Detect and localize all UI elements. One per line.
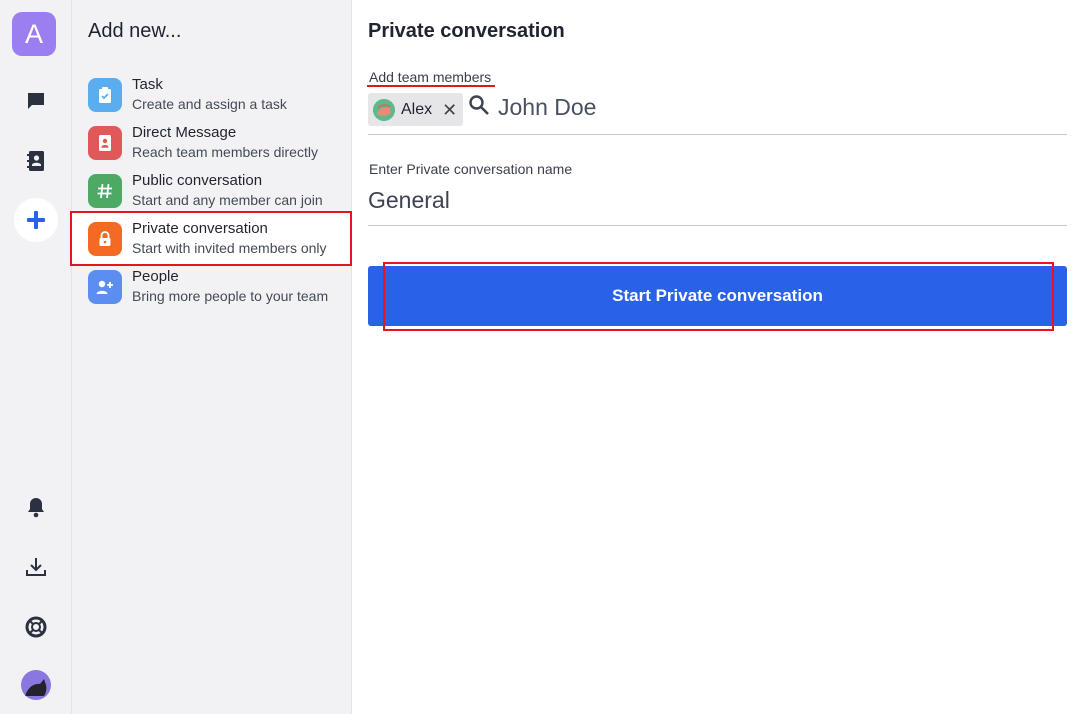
- clipboard-icon: [88, 78, 122, 112]
- option-direct-message[interactable]: Direct Message Reach team members direct…: [88, 124, 344, 170]
- name-label: Enter Private conversation name: [369, 161, 573, 177]
- workspace-avatar[interactable]: A: [12, 12, 56, 56]
- conversation-name-input[interactable]: [368, 184, 1067, 216]
- option-title: Direct Message: [132, 124, 237, 141]
- members-label-underline: [367, 85, 495, 87]
- member-chip: Alex ✕: [368, 93, 463, 126]
- remove-member-icon[interactable]: ✕: [442, 101, 457, 119]
- option-description: Start and any member can join: [132, 192, 323, 208]
- contact-card-icon: [88, 126, 122, 160]
- contacts-icon[interactable]: [0, 148, 72, 174]
- members-search-input[interactable]: [498, 92, 1058, 122]
- workspace-letter: A: [24, 18, 43, 49]
- members-divider: [368, 134, 1067, 135]
- help-icon[interactable]: [0, 614, 72, 640]
- member-chip-name: Alex: [401, 100, 433, 118]
- add-button[interactable]: [0, 198, 72, 242]
- option-description: Reach team members directly: [132, 144, 318, 160]
- search-icon: [468, 94, 490, 121]
- option-title: People: [132, 268, 179, 285]
- page-title: Private conversation: [368, 20, 565, 42]
- option-title: Public conversation: [132, 172, 263, 189]
- user-avatar[interactable]: [0, 670, 72, 700]
- option-title: Task: [132, 76, 163, 93]
- members-label: Add team members: [369, 69, 492, 85]
- panel-title: Add new...: [88, 20, 182, 42]
- highlight-start-button: [383, 262, 1054, 331]
- add-icon: [14, 198, 58, 242]
- chat-icon[interactable]: [0, 88, 72, 114]
- add-person-icon: [88, 270, 122, 304]
- option-description: Create and assign a task: [132, 96, 287, 112]
- name-divider: [368, 225, 1067, 226]
- option-task[interactable]: Task Create and assign a task: [88, 76, 344, 122]
- option-description: Bring more people to your team: [132, 288, 329, 304]
- user-avatar-image: [21, 670, 51, 700]
- member-avatar: [373, 98, 395, 121]
- left-rail: A: [0, 0, 72, 714]
- bell-icon[interactable]: [0, 494, 72, 520]
- hash-icon: [88, 174, 122, 208]
- download-icon[interactable]: [0, 554, 72, 580]
- highlight-private-option: [70, 211, 352, 266]
- option-people[interactable]: People Bring more people to your team: [88, 268, 344, 314]
